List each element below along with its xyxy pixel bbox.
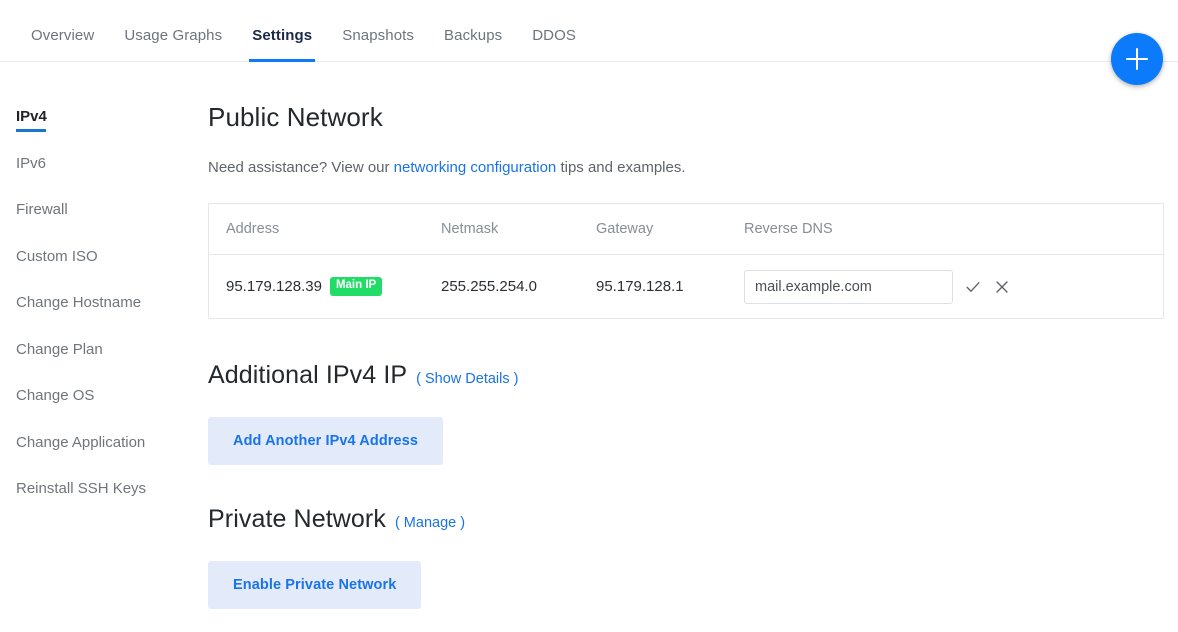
tab-settings[interactable]: Settings [237, 27, 327, 62]
enable-private-network-button[interactable]: Enable Private Network [208, 561, 422, 609]
column-header-gateway: Gateway [596, 221, 654, 237]
sidebar-item-change-os[interactable]: Change OS [0, 388, 110, 403]
cell-address: 95.179.128.39 Main IP [209, 277, 441, 296]
sidebar-item-label: IPv6 [16, 154, 47, 172]
sidebar-item-firewall[interactable]: Firewall [0, 202, 84, 217]
manage-link[interactable]: ( Manage ) [395, 515, 465, 531]
sidebar-item-label: IPv4 [16, 108, 47, 125]
sidebar-item-change-hostname[interactable]: Change Hostname [0, 295, 157, 310]
tab-snapshots[interactable]: Snapshots [327, 28, 429, 61]
tab-usage-graphs[interactable]: Usage Graphs [109, 28, 237, 61]
tab-list: Overview Usage Graphs Settings Snapshots… [0, 0, 591, 62]
ipv4-table: Address Netmask Gateway Reverse DNS 95.1… [208, 203, 1164, 319]
tab-overview[interactable]: Overview [16, 28, 109, 61]
cell-gateway: 95.179.128.1 [596, 278, 684, 295]
sidebar-item-label: Change OS [16, 387, 95, 404]
top-tab-bar: Overview Usage Graphs Settings Snapshots… [0, 0, 1178, 85]
sidebar-item-ipv6[interactable]: IPv6 [0, 156, 62, 171]
page-body: IPv4 IPv6 Firewall Custom ISO Change Hos… [0, 62, 1178, 632]
tab-label: Settings [252, 27, 313, 44]
assistance-suffix: tips and examples. [556, 159, 686, 176]
assistance-text: Need assistance? View our networking con… [208, 159, 1164, 176]
cell-netmask: 255.255.254.0 [441, 278, 537, 295]
table-header-row: Address Netmask Gateway Reverse DNS [209, 204, 1163, 255]
tab-label: Usage Graphs [124, 27, 223, 44]
sidebar-item-custom-iso[interactable]: Custom ISO [0, 249, 114, 264]
plus-icon[interactable] [1111, 33, 1163, 85]
sidebar-item-change-application[interactable]: Change Application [0, 435, 161, 450]
show-details-link[interactable]: ( Show Details ) [416, 371, 518, 387]
reverse-dns-editor [744, 269, 1163, 304]
sidebar-item-ipv4[interactable]: IPv4 [0, 108, 63, 132]
tab-label: Backups [444, 27, 503, 44]
main-content: Public Network Need assistance? View our… [208, 62, 1178, 632]
column-header-address: Address [226, 221, 280, 237]
additional-ipv4-title: Additional IPv4 IP [208, 361, 408, 389]
table-row: 95.179.128.39 Main IP 255.255.254.0 95.1… [209, 255, 1163, 318]
tab-ddos[interactable]: DDOS [517, 28, 591, 61]
reverse-dns-input[interactable] [744, 269, 953, 304]
sidebar-row: Change OS [0, 387, 208, 434]
private-network-heading: Private Network ( Manage ) [208, 505, 1164, 534]
tab-label: Snapshots [342, 27, 415, 44]
sidebar-row: Custom ISO [0, 248, 208, 295]
sidebar-row: Change Hostname [0, 294, 208, 341]
sidebar-row: IPv6 [0, 155, 208, 202]
check-icon[interactable] [964, 278, 982, 296]
sidebar-item-reinstall-ssh-keys[interactable]: Reinstall SSH Keys [0, 481, 162, 496]
settings-sidebar: IPv4 IPv6 Firewall Custom ISO Change Hos… [0, 62, 208, 632]
networking-configuration-link[interactable]: networking configuration [394, 159, 557, 176]
assistance-prefix: Need assistance? View our [208, 159, 394, 176]
sidebar-item-label: Change Application [16, 433, 146, 451]
sidebar-row: Change Plan [0, 341, 208, 388]
tab-label: Overview [31, 27, 95, 44]
sidebar-item-label: Custom ISO [16, 247, 98, 265]
add-another-ipv4-address-button[interactable]: Add Another IPv4 Address [208, 417, 444, 465]
column-header-reverse-dns: Reverse DNS [744, 221, 833, 237]
address-value: 95.179.128.39 [226, 278, 322, 295]
tab-label: DDOS [532, 27, 576, 44]
address-wrapper: 95.179.128.39 Main IP [226, 277, 441, 296]
sidebar-item-label: Reinstall SSH Keys [16, 480, 147, 497]
close-icon[interactable] [993, 278, 1011, 296]
sidebar-row: Firewall [0, 201, 208, 248]
tab-backups[interactable]: Backups [429, 28, 517, 61]
sidebar-item-label: Firewall [16, 201, 68, 218]
column-header-netmask: Netmask [441, 221, 499, 237]
sidebar-row: IPv4 [0, 108, 208, 155]
sidebar-row: Change Application [0, 434, 208, 481]
additional-ipv4-heading: Additional IPv4 IP ( Show Details ) [208, 361, 1164, 390]
sidebar-item-label: Change Hostname [16, 294, 142, 311]
sidebar-item-label: Change Plan [16, 340, 103, 358]
page-title: Public Network [208, 102, 383, 132]
sidebar-row: Reinstall SSH Keys [0, 480, 208, 527]
private-network-title: Private Network [208, 505, 386, 533]
cell-reverse-dns [744, 269, 1163, 304]
status-badge: Main IP [329, 277, 383, 296]
sidebar-item-change-plan[interactable]: Change Plan [0, 342, 119, 357]
